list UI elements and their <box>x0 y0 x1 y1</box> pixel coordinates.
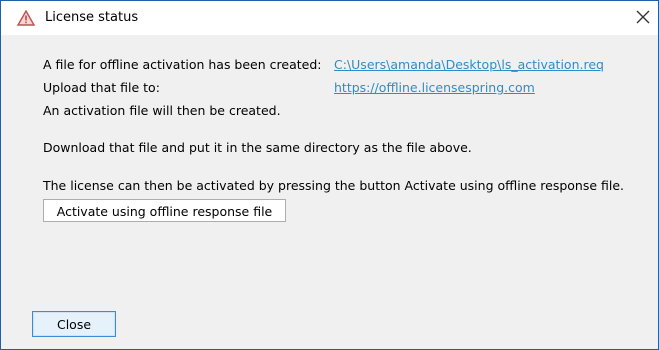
window-title: License status <box>45 10 139 25</box>
file-created-label: A file for offline activation has been c… <box>43 57 322 72</box>
title-bar: License status <box>1 1 658 35</box>
activate-instruction: The license can then be activated by pre… <box>43 178 625 193</box>
dialog-content: A file for offline activation has been c… <box>1 35 658 349</box>
license-status-dialog: License status A file for offline activa… <box>0 0 659 350</box>
upload-url-link[interactable]: https://offline.licensespring.com <box>334 80 535 96</box>
activate-offline-button[interactable]: Activate using offline response file <box>43 199 286 222</box>
upload-label: Upload that file to: <box>43 80 160 95</box>
close-icon[interactable] <box>634 8 652 26</box>
activation-created-text: An activation file will then be created. <box>43 103 281 118</box>
warning-triangle-icon <box>16 9 36 26</box>
close-button[interactable]: Close <box>32 311 116 337</box>
download-instruction: Download that file and put it in the sam… <box>43 140 472 155</box>
activation-file-link[interactable]: C:\Users\amanda\Desktop\ls_activation.re… <box>334 57 604 73</box>
